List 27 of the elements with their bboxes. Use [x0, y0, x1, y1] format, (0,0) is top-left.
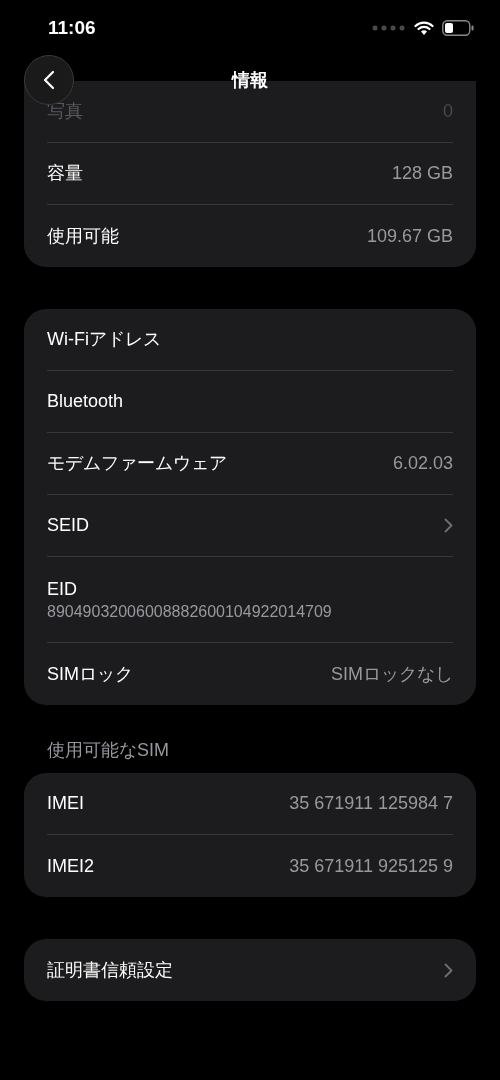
wifi-icon	[414, 20, 434, 36]
row-value: 6.02.03	[392, 452, 453, 475]
battery-icon	[442, 20, 474, 36]
row-label[interactable]: SEID	[47, 512, 89, 539]
row-label: IMEI2	[47, 854, 94, 878]
row-label: 容量	[47, 162, 83, 185]
chevron-right-icon	[444, 962, 453, 978]
chevron-right-icon	[444, 518, 453, 533]
row-value: 109.67 GB	[366, 224, 453, 248]
row-label: Bluetooth	[47, 390, 124, 413]
back-icon	[43, 70, 55, 90]
row-value: 89049032006008882600104922014709	[47, 601, 333, 622]
row-value: 35 671911 925125 9	[289, 854, 453, 878]
row-value: SIMロックなし	[331, 662, 453, 686]
row-label: Wi-Fiアドレス	[47, 328, 161, 351]
row-label[interactable]: 証明書信頼設定	[47, 956, 173, 984]
row-label: モデムファームウェア	[47, 452, 227, 475]
status-time: 11:06	[48, 15, 96, 40]
signal-icon	[372, 25, 406, 31]
nav-title: 情報	[232, 68, 268, 92]
row-label: 使用可能	[47, 224, 119, 248]
row-label: IMEI	[47, 792, 84, 815]
row-label: SIMロック	[47, 662, 133, 686]
row-value: 35 671911 125984 7	[289, 792, 453, 815]
section-header: 使用可能なSIM	[46, 739, 170, 762]
row-value: 128 GB	[391, 162, 453, 185]
row-label: EID	[47, 577, 78, 601]
